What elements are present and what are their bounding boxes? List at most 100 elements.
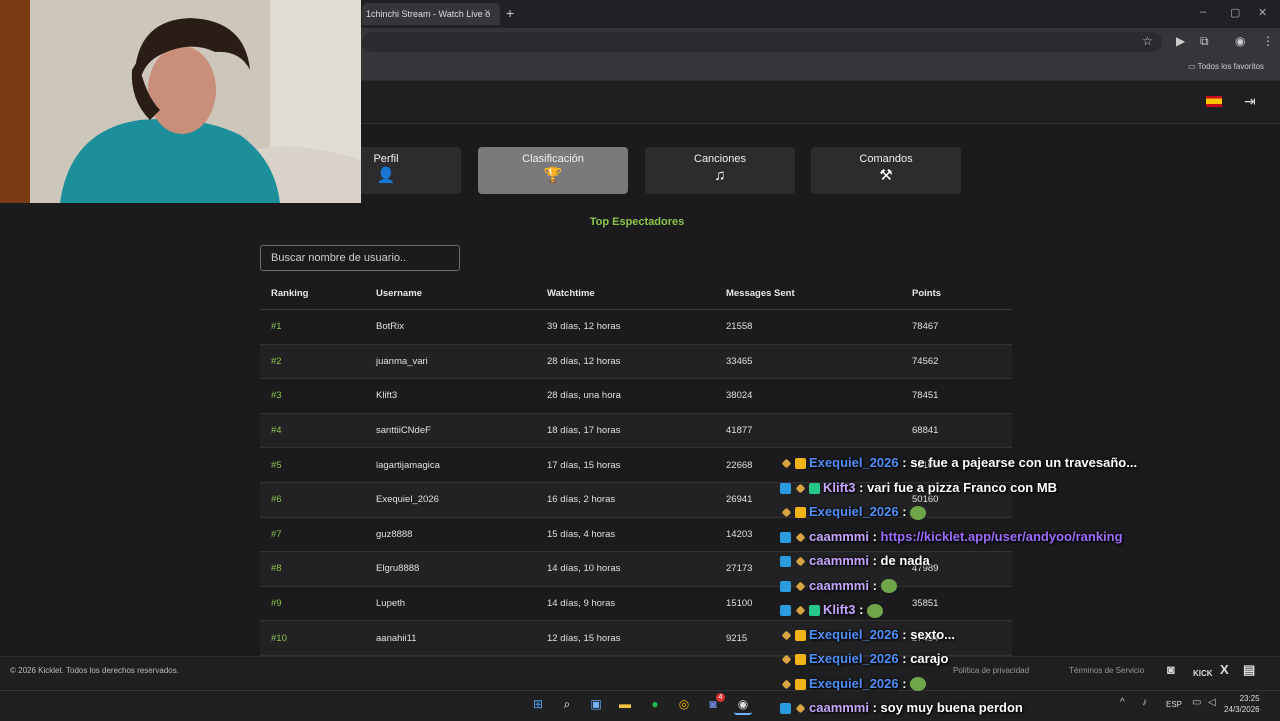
chrome-icon[interactable]: ◎ bbox=[675, 695, 693, 713]
windows-start-icon[interactable]: ⊞ bbox=[529, 695, 547, 713]
obs-icon[interactable]: ◉ bbox=[734, 695, 752, 715]
spain-flag-icon[interactable] bbox=[1206, 96, 1222, 107]
chat-username[interactable]: caammmi bbox=[809, 553, 869, 568]
close-tab-icon[interactable]: × bbox=[484, 8, 490, 19]
points-cell: 78451 bbox=[901, 378, 1012, 414]
chat-username[interactable]: Exequiel_2026 bbox=[809, 676, 899, 691]
store-icon[interactable]: ▣ bbox=[587, 695, 605, 713]
chat-text: de nada bbox=[880, 553, 930, 568]
tab-clasificacion[interactable]: Clasificación 🏆 bbox=[478, 147, 628, 194]
chat-username[interactable]: Exequiel_2026 bbox=[809, 627, 899, 642]
bookmark-star-icon[interactable]: ☆ bbox=[1142, 34, 1153, 48]
crown-badge-icon bbox=[795, 654, 806, 666]
chat-message: caammmi : de nada bbox=[780, 549, 1280, 574]
watchtime-cell: 14 días, 9 horas bbox=[536, 586, 715, 622]
username-cell[interactable]: juanma_vari bbox=[365, 344, 536, 380]
blue-badge-icon bbox=[780, 556, 791, 568]
notification-badge: 4 bbox=[716, 693, 725, 702]
chat-text: carajo bbox=[910, 651, 949, 666]
pencil-badge-icon bbox=[795, 483, 806, 494]
new-tab-button[interactable]: + bbox=[506, 6, 514, 20]
rank-cell: #5 bbox=[260, 447, 365, 483]
blue-badge-icon bbox=[780, 531, 791, 543]
username-cell[interactable]: Exequiel_2026 bbox=[365, 482, 536, 518]
all-favorites-link[interactable]: ▭ Todos los favoritos bbox=[1188, 61, 1264, 73]
column-header[interactable]: Ranking bbox=[260, 277, 365, 310]
chat-separator: : bbox=[868, 577, 881, 593]
emote-icon bbox=[910, 505, 927, 520]
folder-icon[interactable]: ▬ bbox=[616, 695, 634, 713]
green-badge-icon bbox=[809, 482, 820, 494]
browser-tab[interactable]: 1chinchi Stream - Watch Live o bbox=[362, 3, 500, 25]
column-header[interactable]: Watchtime bbox=[536, 277, 715, 310]
chat-link[interactable]: https://kicklet.app/user/andyoo/ranking bbox=[881, 529, 1123, 544]
watchtime-cell: 18 días, 17 horas bbox=[536, 413, 715, 449]
chat-username[interactable]: caammmi bbox=[809, 700, 869, 715]
pencil-badge-icon bbox=[781, 679, 792, 690]
username-cell[interactable]: guz8888 bbox=[365, 517, 536, 553]
chat-username[interactable]: Klift3 bbox=[823, 480, 856, 495]
search-input[interactable] bbox=[260, 245, 460, 271]
rank-cell: #8 bbox=[260, 551, 365, 587]
chat-separator: : bbox=[898, 504, 911, 519]
chat-username[interactable]: Exequiel_2026 bbox=[809, 504, 899, 519]
messages-cell: 33465 bbox=[715, 344, 901, 380]
maximize-icon[interactable]: ▢ bbox=[1230, 6, 1240, 19]
username-cell[interactable]: Klift3 bbox=[365, 378, 536, 414]
pencil-badge-icon bbox=[781, 654, 792, 665]
username-cell[interactable]: aanahii11 bbox=[365, 620, 536, 656]
watchtime-cell: 16 días, 2 horas bbox=[536, 482, 715, 518]
tab-comandos[interactable]: Comandos ⚒ bbox=[811, 147, 961, 194]
crown-badge-icon bbox=[795, 507, 806, 519]
table-row: #4 santtiiCNdeF 18 días, 17 horas 41877 6884… bbox=[260, 413, 1012, 449]
menu-icon[interactable]: ⋮ bbox=[1262, 34, 1274, 48]
spotify-icon[interactable]: ● bbox=[646, 695, 664, 713]
extension-icon[interactable]: ▶ bbox=[1176, 34, 1185, 48]
pencil-badge-icon bbox=[781, 630, 792, 641]
emote-icon bbox=[880, 579, 897, 594]
messages-cell: 38024 bbox=[715, 378, 901, 414]
watchtime-cell: 14 días, 10 horas bbox=[536, 551, 715, 587]
chat-message: Exequiel_2026 : se fue a pajearse con un… bbox=[780, 451, 1280, 476]
address-bar[interactable] bbox=[362, 32, 1162, 52]
chat-username[interactable]: Exequiel_2026 bbox=[809, 651, 899, 666]
tab-label: Clasificación bbox=[522, 153, 584, 165]
username-cell[interactable]: lagartijamagica bbox=[365, 447, 536, 483]
tab-canciones[interactable]: Canciones ♫ bbox=[645, 147, 795, 194]
chat-separator: : bbox=[898, 675, 911, 691]
chat-text: se fue a pajearse con un travesaño... bbox=[910, 455, 1138, 470]
table-header-row: Ranking Username Watchtime Messages Sent… bbox=[260, 277, 1012, 310]
puzzle-icon[interactable]: ⧉ bbox=[1200, 34, 1209, 48]
chat-message: Exequiel_2026 : carajo bbox=[780, 647, 1280, 672]
profile-icon[interactable]: ◉ bbox=[1235, 34, 1245, 48]
rank-cell: #2 bbox=[260, 344, 365, 380]
chat-message: caammmi : https://kicklet.app/user/andyo… bbox=[780, 525, 1280, 550]
chat-text: soy muy buena perdon bbox=[880, 700, 1023, 715]
rank-cell: #1 bbox=[260, 309, 365, 345]
login-icon[interactable]: ⇥ bbox=[1244, 94, 1256, 108]
trophy-icon: 🏆 bbox=[543, 167, 563, 184]
close-window-icon[interactable]: ✕ bbox=[1258, 6, 1267, 19]
username-cell[interactable]: BotRix bbox=[365, 309, 536, 345]
chat-message: Klift3 : bbox=[780, 598, 1280, 623]
chat-username[interactable]: Exequiel_2026 bbox=[809, 455, 899, 470]
username-cell[interactable]: Lupeth bbox=[365, 586, 536, 622]
emote-icon bbox=[867, 603, 884, 618]
chat-username[interactable]: caammmi bbox=[809, 529, 869, 544]
minimize-icon[interactable]: – bbox=[1200, 6, 1206, 18]
folder-icon: ▭ bbox=[1188, 62, 1198, 71]
username-cell[interactable]: Elgru8888 bbox=[365, 551, 536, 587]
chat-message: Exequiel_2026 : sexto... bbox=[780, 623, 1280, 648]
crown-badge-icon bbox=[795, 678, 806, 690]
username-cell[interactable]: santtiiCNdeF bbox=[365, 413, 536, 449]
column-header[interactable]: Messages Sent bbox=[715, 277, 901, 310]
blue-badge-icon bbox=[780, 580, 791, 592]
music-list-icon: ♫ bbox=[714, 167, 726, 184]
chat-separator: : bbox=[855, 479, 868, 495]
chat-username[interactable]: caammmi bbox=[809, 578, 869, 593]
table-row: #3 Klift3 28 días, una hora 38024 78451 bbox=[260, 378, 1012, 414]
search-icon[interactable]: ⌕ bbox=[558, 695, 576, 713]
chat-username[interactable]: Klift3 bbox=[823, 602, 856, 617]
column-header[interactable]: Username bbox=[365, 277, 536, 310]
column-header[interactable]: Points bbox=[901, 277, 1012, 310]
